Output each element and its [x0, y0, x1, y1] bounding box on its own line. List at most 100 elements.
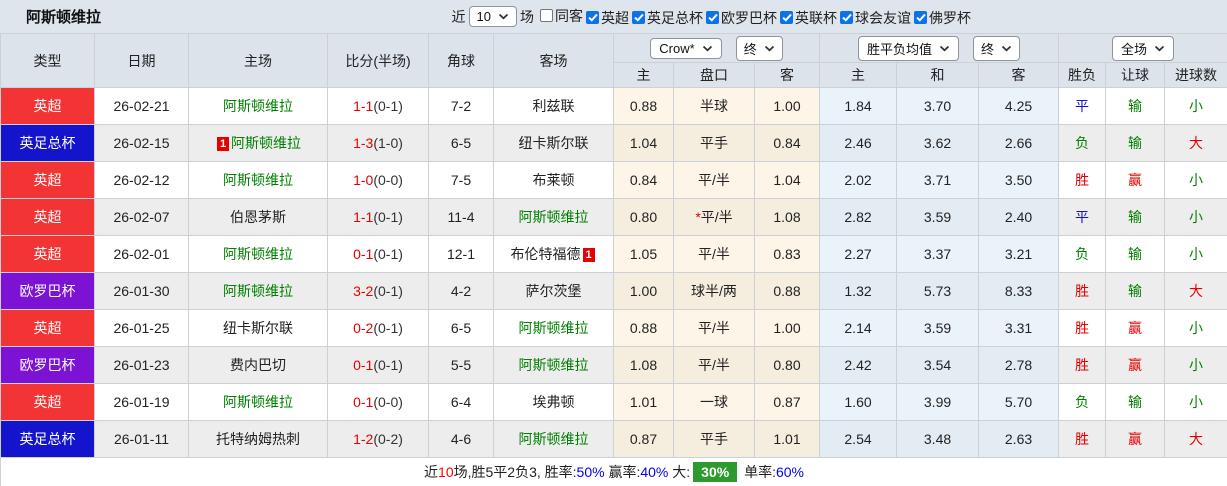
away-team-name: 利兹联 — [532, 98, 575, 114]
filter-checkbox-item[interactable]: 佛罗杯 — [914, 8, 971, 28]
fulltime-score: 1-3 — [353, 135, 374, 151]
odds-time-value: 终 — [743, 41, 757, 57]
odds-source-value: Crow* — [659, 40, 695, 56]
subcol-handicap-result: 让球 — [1105, 62, 1166, 88]
away-team-name: 阿斯顿维拉 — [518, 209, 589, 225]
corners-cell: 7-2 — [428, 87, 494, 125]
halftime-score: (0-0) — [373, 394, 403, 410]
near-label: 近 — [451, 8, 466, 25]
corners-cell: 6-5 — [428, 309, 494, 347]
handicap-cell: 平手 — [673, 124, 755, 162]
checkbox-label: 欧罗巴杯 — [721, 9, 777, 26]
date-cell: 26-01-11 — [94, 420, 189, 458]
league-cell: 欧罗巴杯 — [0, 346, 95, 384]
summary-segment: 赢率: — [604, 464, 641, 480]
crow-away-odds: 1.04 — [753, 161, 821, 199]
filter-checkbox-item[interactable]: 英超 — [586, 8, 629, 28]
mean-home-odds: 1.84 — [819, 87, 898, 125]
checkbox-icon[interactable] — [586, 11, 599, 24]
checkbox-label: 英联杯 — [795, 9, 837, 26]
goals-result-cell: 小 — [1164, 87, 1227, 125]
odds-time-select[interactable]: 终 — [735, 35, 783, 61]
subcol-result: 胜负 — [1058, 62, 1107, 88]
fulltime-score: 0-2 — [353, 320, 374, 336]
match-row: 英足总杯 26-01-11 托特纳姆热刺 1-2(0-2) 4-6 阿斯顿维拉 0.87 平手… — [0, 420, 1227, 458]
col-header-home: 主场 — [188, 33, 328, 88]
mean-away-odds: 2.66 — [978, 124, 1060, 162]
crow-away-odds: 1.08 — [753, 198, 821, 236]
home-team-name: 托特纳姆热刺 — [216, 431, 300, 447]
subcol-goals: 进球数 — [1164, 62, 1227, 88]
subcol-mean-draw: 和 — [896, 62, 980, 88]
crow-home-odds: 0.88 — [613, 309, 674, 347]
filter-checkbox-item[interactable]: 同客 — [540, 6, 583, 26]
crow-away-odds: 0.88 — [753, 272, 821, 310]
mean-time-select[interactable]: 终 — [973, 35, 1021, 61]
subcol-mean-away: 客 — [978, 62, 1060, 88]
score-cell: 1-1(0-1) — [327, 198, 429, 236]
match-row: 英超 26-01-25 纽卡斯尔联 0-2(0-1) 6-5 阿斯顿维拉 0.88 平/半 1.… — [0, 309, 1227, 347]
score-cell: 1-3(1-0) — [327, 124, 429, 162]
checkbox-icon[interactable] — [706, 11, 719, 24]
home-team-cell: 阿斯顿维拉 — [188, 272, 328, 310]
filter-checkbox-item[interactable]: 球会友谊 — [840, 8, 911, 28]
mean-away-odds: 3.31 — [978, 309, 1060, 347]
mean-home-odds: 2.02 — [819, 161, 898, 199]
checkbox-icon[interactable] — [914, 11, 927, 24]
league-cell: 英足总杯 — [0, 420, 95, 458]
goals-result-cell: 小 — [1164, 383, 1227, 421]
mean-away-odds: 3.50 — [978, 161, 1060, 199]
subcol-handicap: 盘口 — [673, 62, 755, 88]
handicap-result-cell: 输 — [1105, 272, 1166, 310]
checkbox-label: 同客 — [555, 7, 583, 24]
mean-draw-odds: 5.73 — [896, 272, 980, 310]
date-cell: 26-02-01 — [94, 235, 189, 273]
match-row: 英超 26-02-12 阿斯顿维拉 1-0(0-0) 7-5 布莱顿 0.84 平/半 1.04… — [0, 161, 1227, 199]
mean-home-odds: 2.46 — [819, 124, 898, 162]
scope-select[interactable]: 全场 — [1112, 35, 1175, 61]
goals-result-cell: 大 — [1164, 124, 1227, 162]
away-team-cell: 阿斯顿维拉 — [493, 420, 614, 458]
halftime-score: (0-1) — [373, 283, 403, 299]
corners-cell: 11-4 — [428, 198, 494, 236]
chevron-down-icon — [764, 45, 775, 52]
home-team-name: 阿斯顿维拉 — [223, 98, 293, 114]
handicap-cell: 平/半 — [673, 161, 755, 199]
crow-home-odds: 1.00 — [613, 272, 674, 310]
mean-home-odds: 1.32 — [819, 272, 898, 310]
home-team-name: 费内巴切 — [230, 357, 286, 373]
checkbox-icon[interactable] — [540, 9, 553, 22]
checkbox-icon[interactable] — [632, 11, 645, 24]
home-team-name: 伯恩茅斯 — [230, 209, 286, 225]
filter-checkbox-item[interactable]: 英足总杯 — [632, 8, 703, 28]
date-cell: 26-02-15 — [94, 124, 189, 162]
mean-away-odds: 2.40 — [978, 198, 1060, 236]
checkbox-label: 英超 — [601, 9, 629, 26]
mean-away-odds: 2.78 — [978, 346, 1060, 384]
halftime-score: (0-1) — [373, 320, 403, 336]
match-row: 欧罗巴杯 26-01-30 阿斯顿维拉 3-2(0-1) 4-2 萨尔茨堡 1.00 球半/两… — [0, 272, 1227, 310]
crow-home-odds: 1.01 — [613, 383, 674, 421]
home-team-cell: 伯恩茅斯 — [188, 198, 328, 236]
home-team-name: 阿斯顿维拉 — [223, 172, 293, 188]
score-cell: 0-2(0-1) — [327, 309, 429, 347]
filter-checkbox-item[interactable]: 英联杯 — [780, 8, 837, 28]
corners-cell: 4-2 — [428, 272, 494, 310]
summary-segment: 场,胜5平2负3, 胜率: — [453, 464, 577, 480]
halftime-score: (0-0) — [373, 172, 403, 188]
odds-source-select[interactable]: Crow* — [650, 37, 722, 59]
checkbox-icon[interactable] — [840, 11, 853, 24]
home-team-name: 阿斯顿维拉 — [223, 246, 293, 262]
mean-home-odds: 2.14 — [819, 309, 898, 347]
recent-matches-select[interactable]: 10 — [468, 6, 517, 27]
summary-segment: 60% — [775, 464, 804, 480]
result-cell: 负 — [1058, 124, 1107, 162]
crow-away-odds: 1.00 — [753, 87, 821, 125]
handicap-cell: 平/半 — [673, 235, 755, 273]
mean-draw-odds: 3.62 — [896, 124, 980, 162]
filter-checkbox-item[interactable]: 欧罗巴杯 — [706, 8, 777, 28]
mean-type-select[interactable]: 胜平负均值 — [858, 35, 960, 61]
checkbox-icon[interactable] — [780, 11, 793, 24]
league-cell: 英超 — [0, 235, 95, 273]
result-cell: 平 — [1058, 198, 1107, 236]
